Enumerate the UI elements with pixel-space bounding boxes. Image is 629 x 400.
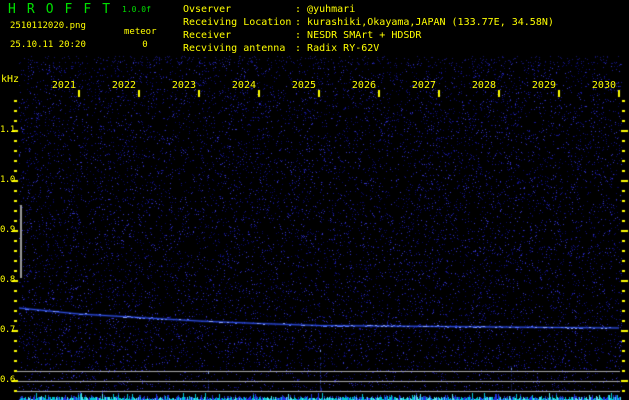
freq-axis-label: 1.1 xyxy=(0,125,15,135)
info-row: Ovserver: @yuhmari xyxy=(183,3,554,16)
info-separator: : xyxy=(295,17,308,28)
info-label: Receiver xyxy=(183,30,232,41)
info-value: Radix RY-62V xyxy=(307,43,380,54)
time-axis-label: 2025 xyxy=(291,80,316,91)
spectrogram-canvas xyxy=(0,0,629,400)
app-title: H R O F F T xyxy=(8,2,112,17)
info-value: NESDR SMArt + HDSDR xyxy=(307,30,422,41)
info-row: Recviving antenna: Radix RY-62V xyxy=(183,42,554,55)
time-axis-label: 2027 xyxy=(411,80,436,91)
freq-axis-label: 0.8 xyxy=(0,275,15,285)
info-label: Ovserver xyxy=(183,4,232,15)
info-value: kurashiki,Okayama,JAPAN (133.77E, 34.58N… xyxy=(307,17,554,28)
freq-axis-label: 0.7 xyxy=(0,325,15,335)
freq-axis-unit-label: kHz xyxy=(1,74,20,85)
observation-datetime: 25.10.11 20:20 xyxy=(10,40,86,50)
info-separator: : xyxy=(295,43,308,54)
freq-axis-label: 0.9 xyxy=(0,225,15,235)
info-row: Receiving Location: kurashiki,Okayama,JA… xyxy=(183,16,554,29)
freq-axis-label: 1.0 xyxy=(0,175,15,185)
info-separator: : xyxy=(295,4,308,15)
hrofft-screen: H R O F F T 1.0.0f 2510112020.png meteor… xyxy=(0,0,629,400)
time-axis-label: 2028 xyxy=(471,80,496,91)
app-version: 1.0.0f xyxy=(122,5,151,14)
info-row: Receiver: NESDR SMArt + HDSDR xyxy=(183,29,554,42)
time-axis-label: 2024 xyxy=(231,80,256,91)
time-axis-label: 2030 xyxy=(591,80,616,91)
time-axis-label: 2026 xyxy=(351,80,376,91)
time-axis-label: 2022 xyxy=(111,80,136,91)
info-label: Receiving Location xyxy=(183,17,292,28)
info-label: Recviving antenna xyxy=(183,43,286,54)
output-filename: 2510112020.png xyxy=(10,21,86,31)
info-separator: : xyxy=(295,30,308,41)
time-axis-label: 2029 xyxy=(531,80,556,91)
meteor-count-label: meteor xyxy=(124,27,157,37)
time-axis-label: 2021 xyxy=(51,80,76,91)
time-axis-label: 2023 xyxy=(171,80,196,91)
meteor-count-value: 0 xyxy=(142,40,148,50)
info-value: @yuhmari xyxy=(307,4,356,15)
observer-info-block: Ovserver: @yuhmari Receiving Location: ku… xyxy=(183,3,554,55)
freq-axis-label: 0.6 xyxy=(0,375,15,385)
